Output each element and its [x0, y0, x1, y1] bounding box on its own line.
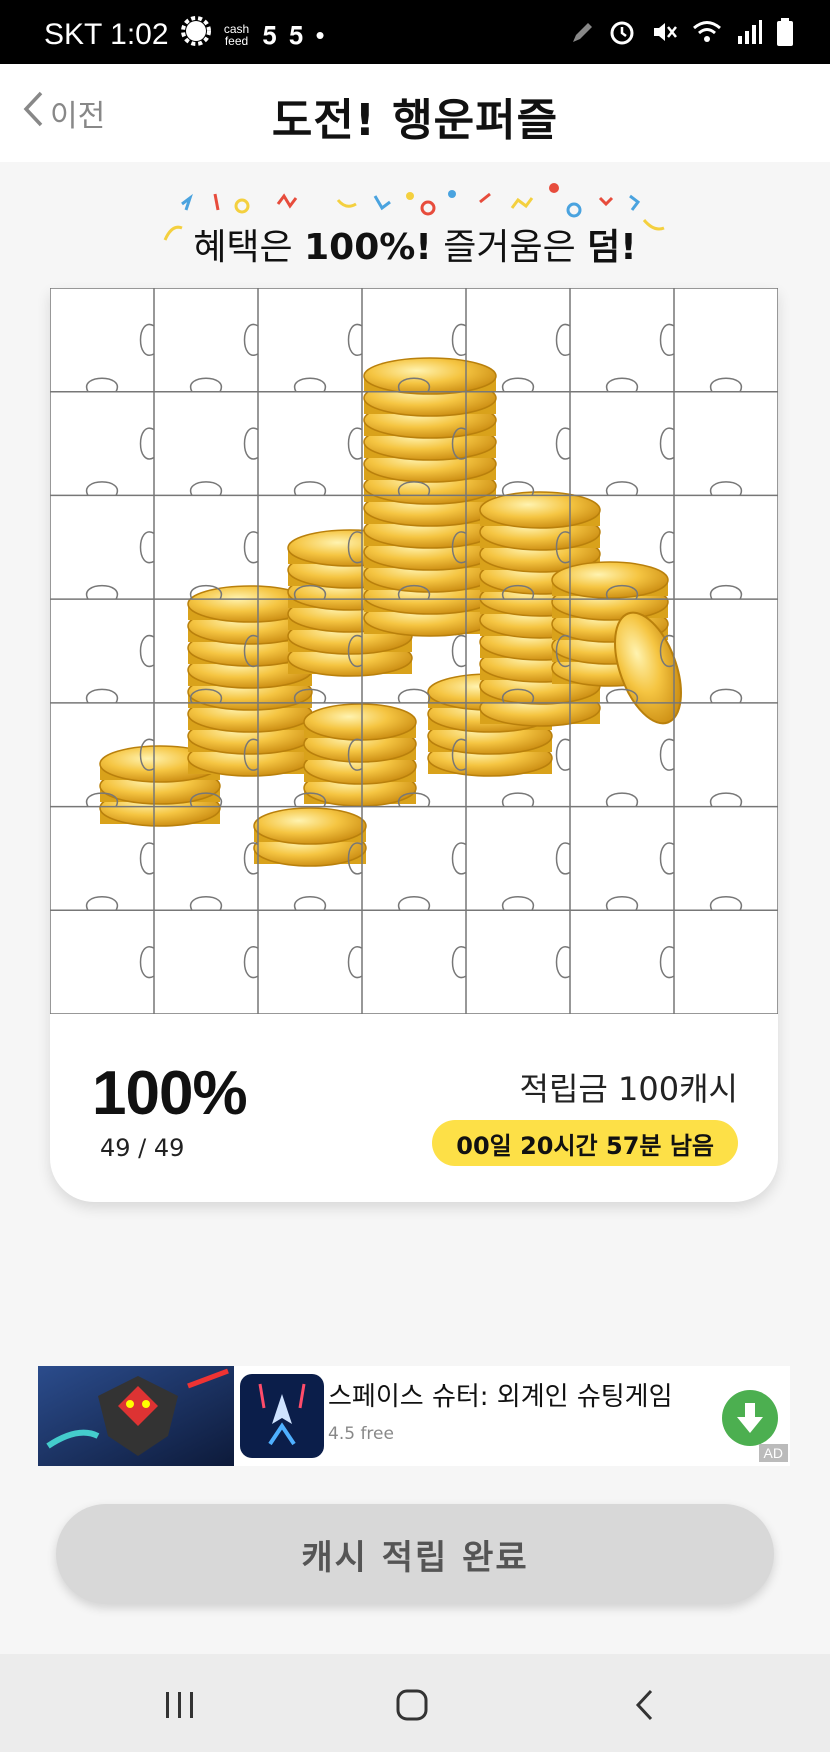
- puzzle-card: 100% 49 / 49 적립금 100캐시 00일 20시간 57분 남음: [50, 288, 778, 1202]
- slogan-text: 혜택은 100%! 즐거움은 덤!: [160, 218, 670, 270]
- back-icon[interactable]: [614, 1680, 674, 1730]
- alarm-icon: [608, 18, 636, 54]
- completion-percent: 100%: [92, 1059, 248, 1128]
- status-bar-left: SKT 1:02 cash feed 𝟓 𝟓 •: [44, 16, 325, 54]
- cashfeed-icon: cash feed: [223, 22, 250, 48]
- time-remaining-badge: 00일 20시간 57분 남음: [432, 1120, 738, 1166]
- status-bar-right: [570, 18, 794, 54]
- piece-count: 49 / 49: [100, 1134, 185, 1162]
- home-icon[interactable]: [382, 1680, 442, 1730]
- slogan-part3: 즐거움은: [431, 227, 588, 268]
- slogan-part4: 덤!: [587, 227, 637, 268]
- mute-icon: [650, 18, 678, 54]
- dot-icon: •: [315, 20, 325, 50]
- puzzle-board[interactable]: [50, 288, 778, 1014]
- header: 이전 도전! 행운퍼즐: [0, 64, 830, 162]
- coin: [303, 703, 417, 741]
- slogan-part2: 100%!: [304, 227, 432, 268]
- page-title: 도전! 행운퍼즐: [271, 95, 559, 146]
- ad-banner[interactable]: 스페이스 슈터: 외계인 슈팅게임 4.5 free AD: [38, 1366, 790, 1466]
- slogan-part1: 혜택은: [193, 227, 305, 268]
- cash-collect-complete-button[interactable]: 캐시 적립 완료: [56, 1504, 774, 1604]
- s5-app-icon: 𝟓: [289, 20, 304, 50]
- s5-app-icon: 𝟓: [262, 20, 277, 50]
- coin: [253, 807, 367, 845]
- slogan-banner: 혜택은 100%! 즐거움은 덤!: [160, 180, 670, 280]
- pen-icon: [570, 19, 594, 53]
- settings-gear-icon: [180, 16, 211, 54]
- coin: [479, 491, 601, 529]
- signal-icon: [736, 19, 762, 53]
- ad-subtitle: 4.5 free: [328, 1424, 394, 1444]
- ad-badge[interactable]: AD: [758, 1444, 788, 1462]
- navigation-bar: [0, 1654, 830, 1752]
- ad-title[interactable]: 스페이스 슈터: 외계인 슈팅게임: [328, 1376, 673, 1413]
- recent-apps-icon[interactable]: [150, 1680, 210, 1730]
- carrier-time: SKT 1:02: [44, 18, 169, 51]
- reward-amount: 적립금 100캐시: [519, 1070, 738, 1108]
- status-bar: SKT 1:02 cash feed 𝟓 𝟓 •: [0, 0, 830, 64]
- battery-icon: [776, 18, 794, 54]
- wifi-icon: [692, 19, 722, 53]
- ad-game-artwork[interactable]: [38, 1366, 234, 1466]
- ad-app-icon[interactable]: [240, 1374, 324, 1458]
- download-arrow-icon[interactable]: [722, 1390, 778, 1446]
